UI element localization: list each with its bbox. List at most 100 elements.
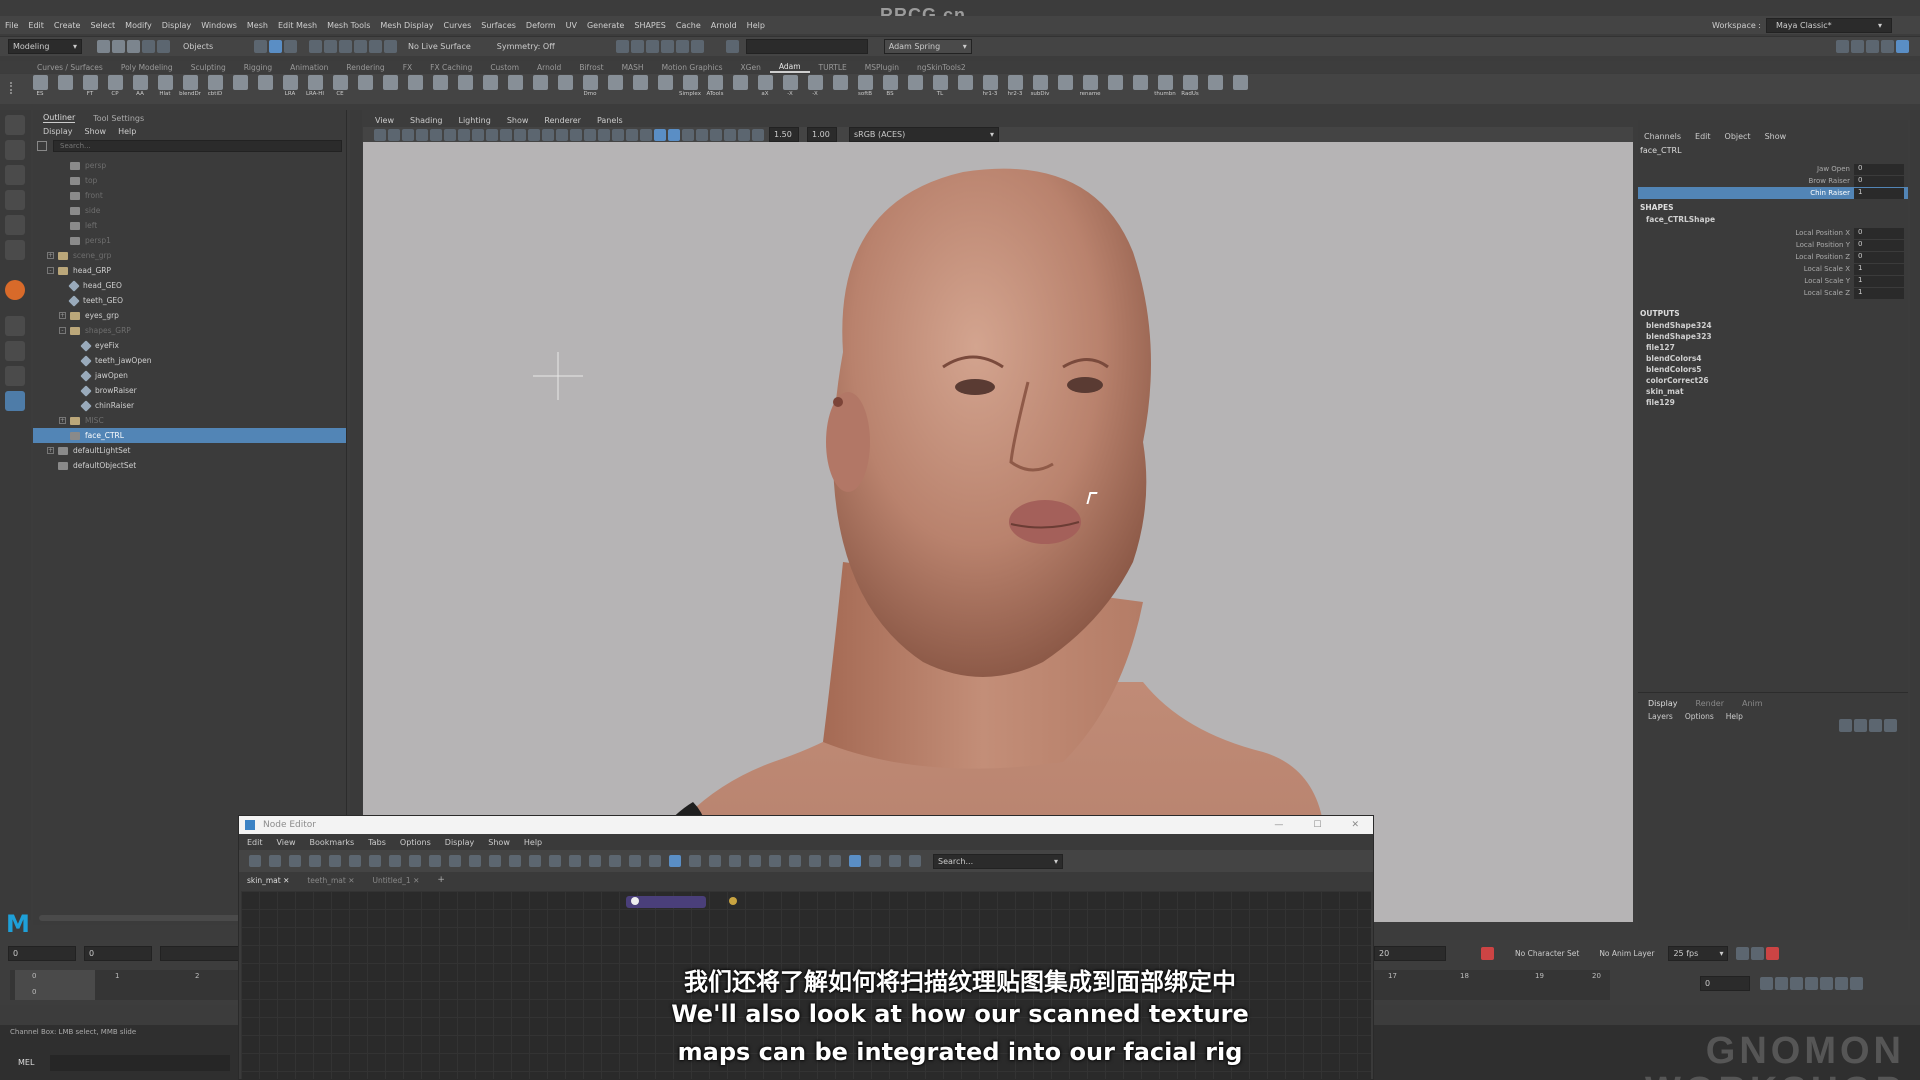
menu-create[interactable]: Create	[49, 21, 86, 30]
outliner-item[interactable]: side	[33, 203, 346, 218]
shelf-button[interactable]: cbtiD	[205, 75, 225, 103]
symmetry-label[interactable]: Symmetry: Off	[497, 42, 555, 51]
channel-box-menu-object[interactable]: Object	[1725, 132, 1751, 141]
viewport-tool-icon[interactable]	[388, 128, 400, 141]
viewport-tool-icon[interactable]	[444, 128, 456, 141]
node-editor-tool-icon[interactable]	[709, 855, 721, 867]
shelf-tab-custom[interactable]: Custom	[481, 63, 528, 72]
shelf-button[interactable]: softB	[855, 75, 875, 103]
menu-deform[interactable]: Deform	[521, 21, 561, 30]
viewport-tool-icon[interactable]	[500, 128, 512, 141]
node-editor-menu-options[interactable]: Options	[400, 838, 431, 847]
channel-row[interactable]: Local Scale X 1	[1638, 263, 1908, 275]
node-editor-menu-view[interactable]: View	[277, 838, 296, 847]
node-editor-tool-icon[interactable]	[689, 855, 701, 867]
render-icon[interactable]	[615, 40, 629, 53]
node-editor-tool-icon[interactable]	[889, 855, 901, 867]
menu-uv[interactable]: UV	[561, 21, 582, 30]
viewport-tool-icon[interactable]	[710, 128, 722, 141]
rotate-tool-icon[interactable]	[5, 215, 25, 235]
shelf-button[interactable]	[1230, 75, 1250, 103]
expand-toggle-icon[interactable]	[59, 192, 66, 199]
node-editor-tool-icon[interactable]	[409, 855, 421, 867]
menu-cache[interactable]: Cache	[671, 21, 706, 30]
outliner-item[interactable]: eyeFix	[33, 338, 346, 353]
attribute-editor-icon[interactable]	[1851, 40, 1864, 53]
channel-row[interactable]: Local Position X 0	[1638, 227, 1908, 239]
node-editor-tool-icon[interactable]	[749, 855, 761, 867]
shelf-button[interactable]	[1105, 75, 1125, 103]
select-hierarchy-icon[interactable]	[254, 40, 267, 53]
node-editor-tool-icon[interactable]	[489, 855, 501, 867]
shelf-button[interactable]: RadUs	[1180, 75, 1200, 103]
node-editor-tool-icon[interactable]	[289, 855, 301, 867]
node-editor-tab[interactable]: Untitled_1 ✕	[373, 876, 420, 885]
node-editor-tool-icon[interactable]	[809, 855, 821, 867]
viewport-3d[interactable]	[363, 142, 1633, 922]
menu-generate[interactable]: Generate	[582, 21, 629, 30]
viewport-tool-icon[interactable]	[598, 128, 610, 141]
shelf-button[interactable]: ATools	[705, 75, 725, 103]
shelf-button[interactable]: Hlat	[155, 75, 175, 103]
channel-value[interactable]: 0	[1854, 227, 1904, 239]
node-editor-tool-icon[interactable]	[389, 855, 401, 867]
shelf-button[interactable]: Simplex	[679, 75, 701, 103]
channel-row[interactable]: Local Position Y 0	[1638, 239, 1908, 251]
node-editor-menu-show[interactable]: Show	[488, 838, 510, 847]
shelf-menu-icon[interactable]	[10, 82, 18, 94]
viewport-tool-icon[interactable]	[612, 128, 624, 141]
shelf-button[interactable]	[430, 75, 450, 103]
live-surface-label[interactable]: No Live Surface	[408, 42, 471, 51]
viewport-tool-icon[interactable]	[542, 128, 554, 141]
shelf-button[interactable]: BS	[880, 75, 900, 103]
node-editor-tool-icon[interactable]	[649, 855, 661, 867]
viewport-tool-icon[interactable]	[724, 128, 736, 141]
expand-toggle-icon[interactable]: +	[47, 252, 54, 259]
shelf-button[interactable]: rename	[1079, 75, 1101, 103]
save-scene-icon[interactable]	[127, 40, 140, 53]
viewport-tool-icon[interactable]	[374, 128, 386, 141]
right-dock-tabs[interactable]	[1910, 110, 1920, 950]
snap-curve-icon[interactable]	[324, 40, 337, 53]
shelf-button[interactable]: -X	[780, 75, 800, 103]
single-view-icon[interactable]	[5, 316, 25, 336]
node-editor-tool-icon[interactable]	[869, 855, 881, 867]
new-layer-icon[interactable]	[1869, 719, 1882, 732]
shelf-button[interactable]	[230, 75, 250, 103]
tool-settings-icon[interactable]	[1866, 40, 1879, 53]
outliner-item[interactable]: - head_GRP	[33, 263, 346, 278]
range-slider[interactable]	[160, 946, 240, 961]
shelf-button[interactable]	[1130, 75, 1150, 103]
shelf-tab-animation[interactable]: Animation	[281, 63, 337, 72]
select-component-icon[interactable]	[284, 40, 297, 53]
viewport-menu-panels[interactable]: Panels	[597, 116, 623, 125]
output-node[interactable]: skin_mat	[1638, 386, 1908, 397]
viewport-tool-icon[interactable]	[640, 128, 652, 141]
shelf-tab-poly-modeling[interactable]: Poly Modeling	[112, 63, 182, 72]
viewport-menu-lighting[interactable]: Lighting	[458, 116, 490, 125]
menu-edit[interactable]: Edit	[23, 21, 49, 30]
hypershade-icon[interactable]	[660, 40, 674, 53]
viewport-tool-icon[interactable]	[752, 128, 764, 141]
node-editor-tool-icon[interactable]	[789, 855, 801, 867]
shelf-button[interactable]: thumbn	[1154, 75, 1176, 103]
expand-toggle-icon[interactable]	[71, 402, 78, 409]
select-object-icon[interactable]	[269, 40, 282, 53]
menu-windows[interactable]: Windows	[196, 21, 242, 30]
viewport-tool-icon[interactable]	[514, 128, 526, 141]
outliner-item[interactable]: left	[33, 218, 346, 233]
new-layer-selected-icon[interactable]	[1884, 719, 1897, 732]
shelf-options[interactable]	[0, 74, 30, 104]
output-node[interactable]: blendColors4	[1638, 353, 1908, 364]
record-icon[interactable]	[1766, 947, 1780, 960]
shelf-button[interactable]	[255, 75, 275, 103]
node-editor-menu-edit[interactable]: Edit	[247, 838, 263, 847]
select-mode-dropdown[interactable]: Objects	[179, 39, 243, 54]
channel-value[interactable]: 0	[1854, 163, 1904, 175]
menu-modify[interactable]: Modify	[120, 21, 157, 30]
expand-toggle-icon[interactable]	[59, 297, 66, 304]
menu-help[interactable]: Help	[742, 21, 770, 30]
expand-toggle-icon[interactable]	[71, 357, 78, 364]
node-editor-titlebar[interactable]: Node Editor — ☐ ✕	[239, 816, 1373, 834]
node-editor-tool-icon[interactable]	[269, 855, 281, 867]
